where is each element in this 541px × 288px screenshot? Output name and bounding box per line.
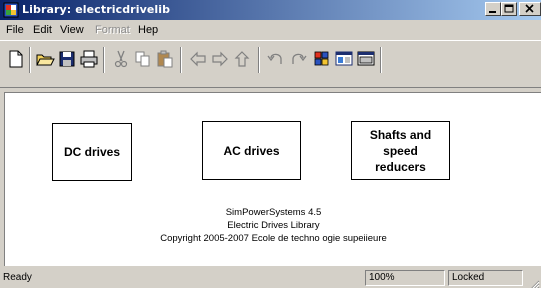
up-button[interactable] xyxy=(232,49,252,69)
paste-icon xyxy=(157,50,173,68)
block-label: AC drives xyxy=(223,143,280,158)
title-bar[interactable]: Library: electricdrivelib xyxy=(0,0,541,20)
library-window: Library: electricdrivelib File Edit View… xyxy=(0,0,541,288)
block-label: Shafts and speed reducers xyxy=(369,127,432,174)
redo-icon xyxy=(292,53,307,64)
copy-button[interactable] xyxy=(133,49,153,69)
library-name: Electric Drives Library xyxy=(227,220,320,231)
close-icon xyxy=(525,4,534,13)
dc-drives-block[interactable]: DC drives xyxy=(52,123,132,181)
toolbar-separator xyxy=(180,47,182,73)
menu-view[interactable]: View xyxy=(60,23,84,37)
model-explorer-icon xyxy=(335,51,353,66)
debugger-icon xyxy=(357,51,375,66)
toolbar-separator xyxy=(103,47,105,73)
cut-button[interactable] xyxy=(111,49,131,69)
forward-button[interactable] xyxy=(210,49,230,69)
library-canvas[interactable]: DC drives AC drives Shafts and speed red… xyxy=(4,92,541,266)
menu-help[interactable]: Hep xyxy=(138,23,158,37)
status-bar: Ready 100% Locked xyxy=(0,268,541,288)
library-version: SimPowerSystems 4.5 xyxy=(225,207,322,218)
block-label: DC drives xyxy=(63,145,121,159)
open-button[interactable] xyxy=(35,49,55,69)
forward-icon xyxy=(212,51,228,67)
up-icon xyxy=(234,51,250,67)
copy-icon xyxy=(135,51,150,67)
cut-icon xyxy=(114,50,128,68)
zoom-level: 100% xyxy=(365,270,445,286)
library-browser-icon xyxy=(314,51,329,66)
menu-file[interactable]: File xyxy=(6,23,24,37)
save-button[interactable] xyxy=(57,49,77,69)
back-icon xyxy=(190,51,206,67)
paste-button[interactable] xyxy=(155,49,175,69)
debugger-button[interactable] xyxy=(356,49,376,69)
print-icon xyxy=(80,50,98,68)
toolbar-separator xyxy=(380,47,382,73)
status-text: Ready xyxy=(3,272,32,283)
menu-format[interactable]: Format xyxy=(95,23,130,37)
undo-button[interactable] xyxy=(266,49,286,69)
toolbar-separator xyxy=(258,47,260,73)
ac-drives-block[interactable]: AC drives xyxy=(202,121,301,180)
menu-bar: File Edit View Format Hep xyxy=(0,21,541,39)
lock-status: Locked xyxy=(448,270,523,286)
menu-edit[interactable]: Edit xyxy=(33,23,52,37)
shafts-speed-reducers-block[interactable]: Shafts and speed reducers xyxy=(351,121,450,180)
minimize-icon xyxy=(489,11,496,13)
new-button[interactable] xyxy=(6,49,26,69)
back-button[interactable] xyxy=(188,49,208,69)
window-title: Library: electricdrivelib xyxy=(22,3,171,16)
open-icon xyxy=(36,54,55,66)
undo-icon xyxy=(267,53,282,64)
toolbar-separator xyxy=(29,47,31,73)
library-browser-button[interactable] xyxy=(312,49,332,69)
close-button[interactable] xyxy=(519,2,541,16)
minimize-button[interactable] xyxy=(485,2,501,16)
redo-button[interactable] xyxy=(288,49,308,69)
print-button[interactable] xyxy=(79,49,99,69)
model-explorer-button[interactable] xyxy=(334,49,354,69)
maximize-icon xyxy=(504,4,514,13)
maximize-button[interactable] xyxy=(501,2,517,16)
toolbar xyxy=(0,40,541,88)
copyright-text: Copyright 2005-2007 Ecole de techno ogie… xyxy=(160,233,387,244)
new-icon xyxy=(9,50,23,68)
simulink-library-icon[interactable] xyxy=(3,2,19,18)
save-icon xyxy=(59,51,75,67)
resize-grip-icon[interactable] xyxy=(528,275,540,288)
